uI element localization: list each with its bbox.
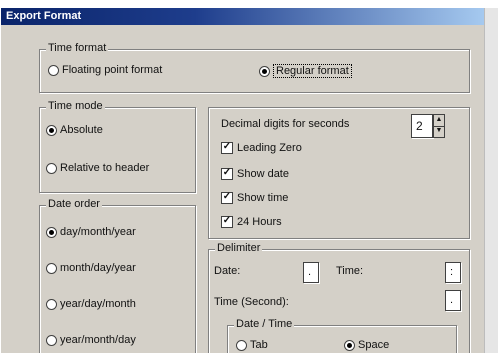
radio-month-day-year[interactable]: month/day/year: [46, 262, 136, 274]
checkbox-24-hours[interactable]: 24 Hours: [221, 216, 282, 228]
radio-relative-header-label: Relative to header: [60, 162, 150, 174]
date-time-group: Date / Time Tab Space: [227, 318, 457, 353]
decimal-digits-input[interactable]: 2: [411, 114, 433, 138]
delimiter-time-input[interactable]: :: [445, 262, 461, 283]
export-format-dialog: Export Format Time format Floating point…: [0, 8, 485, 353]
delimiter-seconds-value: .: [450, 294, 454, 306]
window-title: Export Format: [6, 10, 82, 22]
radio-tab-label: Tab: [250, 339, 268, 351]
radio-tab[interactable]: Tab: [236, 339, 268, 351]
checkbox-leading-zero-box: [221, 142, 233, 154]
radio-year-month-day-label: year/month/day: [60, 334, 136, 346]
checkbox-show-date[interactable]: Show date: [221, 168, 289, 180]
checkbox-show-time-box: [221, 192, 233, 204]
radio-regular-format-label: Regular format: [273, 64, 352, 78]
radio-tab-dot: [236, 339, 247, 351]
date-order-group: Date order day/month/year month/day/year…: [39, 198, 196, 353]
radio-relative-header[interactable]: Relative to header: [46, 162, 149, 174]
radio-space-label: Space: [358, 339, 390, 351]
checkbox-leading-zero-label: Leading Zero: [237, 142, 302, 154]
radio-absolute[interactable]: Absolute: [46, 124, 103, 136]
radio-regular-format-dot: [259, 65, 270, 77]
radio-day-month-year[interactable]: day/month/year: [46, 226, 136, 238]
checkbox-leading-zero[interactable]: Leading Zero: [221, 142, 302, 154]
time-mode-legend: Time mode: [46, 100, 105, 112]
title-bar: Export Format: [1, 8, 485, 25]
time-mode-group: Time mode Absolute Relative to header: [39, 100, 196, 193]
radio-year-month-day-dot: [46, 334, 57, 346]
radio-absolute-label: Absolute: [60, 124, 103, 136]
checkbox-24-hours-label: 24 Hours: [237, 216, 282, 228]
delimiter-group: Delimiter Date: . Time: : Time (Second):…: [208, 242, 470, 353]
radio-year-day-month-label: year/day/month: [60, 298, 136, 310]
radio-floating-point[interactable]: Floating point format: [48, 64, 162, 76]
delimiter-time-label: Time:: [336, 265, 364, 277]
delimiter-time-value: :: [450, 266, 454, 278]
radio-floating-point-dot: [48, 64, 59, 76]
delimiter-seconds-input[interactable]: .: [445, 290, 461, 311]
decimal-digits-value: 2: [416, 119, 423, 133]
radio-day-month-year-dot: [46, 226, 57, 238]
date-time-legend: Date / Time: [234, 318, 295, 330]
radio-absolute-dot: [46, 124, 57, 136]
radio-year-day-month-dot: [46, 298, 57, 310]
checkbox-24-hours-box: [221, 216, 233, 228]
delimiter-legend: Delimiter: [215, 242, 263, 254]
checkbox-show-date-label: Show date: [237, 168, 289, 180]
delimiter-date-value: .: [308, 266, 312, 278]
radio-relative-header-dot: [46, 162, 57, 174]
radio-month-day-year-label: month/day/year: [60, 262, 136, 274]
radio-year-month-day[interactable]: year/month/day: [46, 334, 136, 346]
checkbox-show-time[interactable]: Show time: [221, 192, 288, 204]
delimiter-date-input[interactable]: .: [303, 262, 319, 283]
time-format-group: Time format Floating point format Regula…: [39, 42, 470, 93]
radio-floating-point-label: Floating point format: [62, 64, 163, 76]
radio-month-day-year-dot: [46, 262, 57, 274]
radio-year-day-month[interactable]: year/day/month: [46, 298, 136, 310]
radio-regular-format[interactable]: Regular format: [259, 64, 352, 78]
display-options-group: Decimal digits for seconds 2 ▲ ▼ Leading…: [208, 107, 470, 239]
radio-space-dot: [344, 339, 355, 351]
delimiter-seconds-label: Time (Second):: [214, 296, 289, 308]
radio-day-month-year-label: day/month/year: [60, 226, 136, 238]
checkbox-show-date-box: [221, 168, 233, 180]
delimiter-date-label: Date:: [214, 265, 241, 277]
decimal-digits-label: Decimal digits for seconds: [221, 118, 350, 130]
date-order-legend: Date order: [46, 198, 102, 210]
time-format-legend: Time format: [46, 42, 109, 54]
spin-down-icon[interactable]: ▼: [434, 126, 444, 137]
radio-space[interactable]: Space: [344, 339, 389, 351]
scrollbar[interactable]: [484, 8, 498, 353]
decimal-digits-spinner[interactable]: ▲ ▼: [433, 114, 445, 138]
checkbox-show-time-label: Show time: [237, 192, 289, 204]
